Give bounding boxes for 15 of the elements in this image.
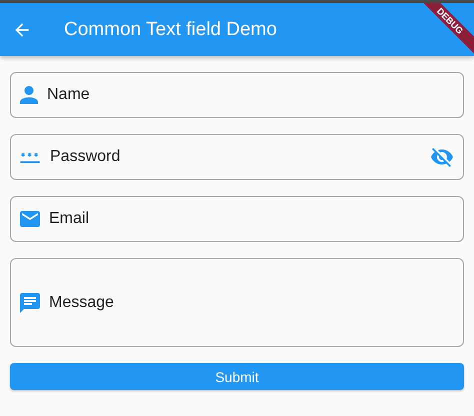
message-icon (20, 292, 40, 312)
text-input[interactable]: Email (49, 209, 453, 229)
text-field[interactable]: Message (10, 258, 464, 347)
text-input[interactable]: Password (50, 147, 431, 167)
text-field[interactable]: Email (10, 196, 464, 242)
submit-button[interactable]: Submit (10, 363, 464, 390)
password-icon (20, 150, 41, 164)
text-input[interactable]: Name (47, 85, 453, 105)
message-input[interactable]: Message (49, 292, 453, 312)
text-field[interactable]: Password (10, 134, 464, 180)
visibility-off-icon[interactable] (431, 147, 453, 167)
text-field[interactable]: Name (10, 72, 464, 118)
person-icon (20, 86, 38, 104)
app-bar-title: Common Text field Demo (64, 18, 277, 40)
envelope-icon (20, 211, 40, 227)
